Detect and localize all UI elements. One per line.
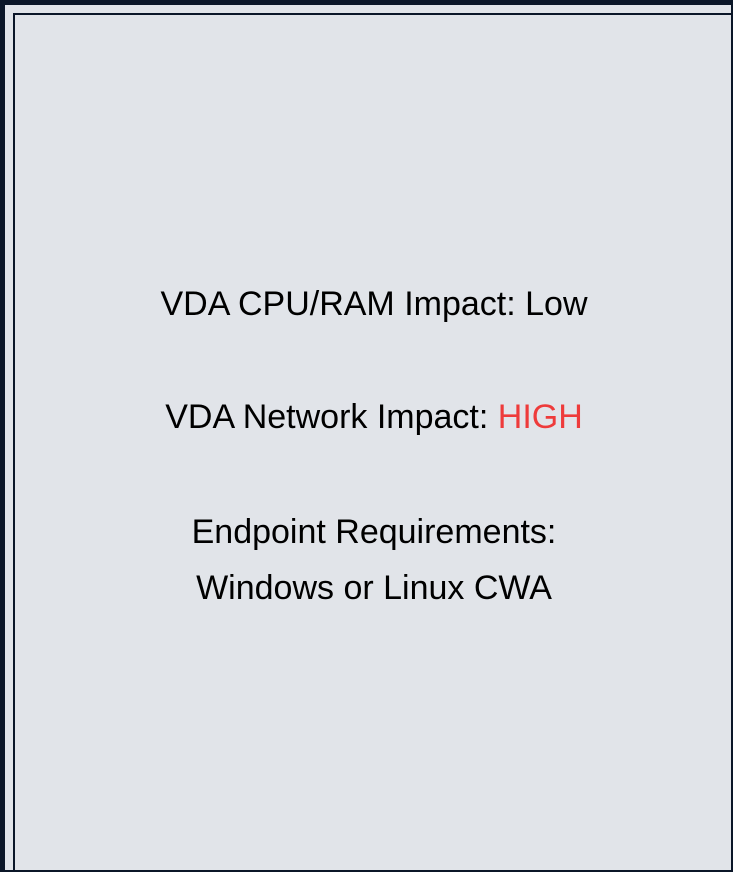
network-impact-label: VDA Network Impact: (165, 398, 498, 436)
cpu-ram-impact-value: Low (525, 285, 588, 323)
cpu-ram-impact-line: VDA CPU/RAM Impact: Low (15, 283, 733, 325)
cpu-ram-impact-label: VDA CPU/RAM Impact: (160, 285, 526, 323)
network-impact-line: VDA Network Impact: HIGH (15, 396, 733, 438)
card-inner-border-left (13, 13, 15, 872)
card-inner-border-top (13, 13, 733, 15)
network-impact-value: HIGH (497, 398, 583, 436)
endpoint-requirements-value: Windows or Linux CWA (196, 569, 552, 607)
endpoint-requirements-label: Endpoint Requirements: (191, 513, 557, 551)
